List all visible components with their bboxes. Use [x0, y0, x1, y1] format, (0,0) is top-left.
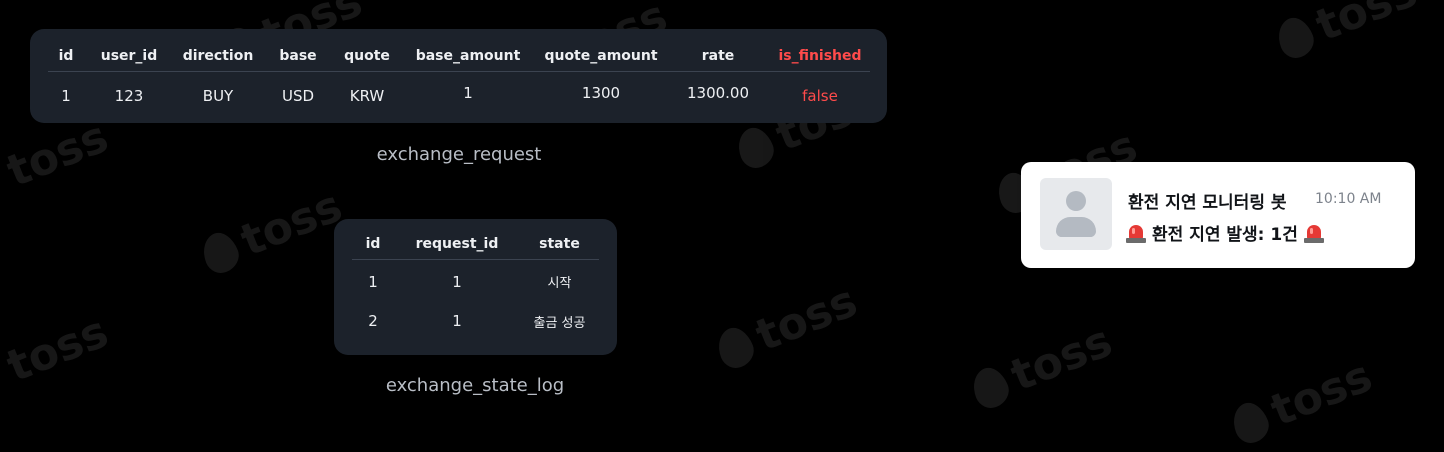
- table-cell: 시작: [547, 276, 572, 291]
- table-cell: 2: [368, 312, 378, 330]
- bot-notification-card: 환전 지연 모니터링 봇 10:10 AM 환전 지연 발생: 1건: [1021, 162, 1415, 268]
- table-header-row: id user_id direction base quote base_amo…: [48, 41, 870, 72]
- toss-logo-icon: [1227, 397, 1274, 448]
- table-cell: 1300.00: [686, 84, 750, 102]
- table-cell: 1: [61, 87, 71, 105]
- table-cell: 123: [114, 87, 144, 105]
- exchange-request-table: id user_id direction base quote base_amo…: [48, 41, 870, 120]
- toss-watermark: toss: [965, 315, 1119, 417]
- table-row: 1 1 시작: [352, 260, 599, 304]
- toss-watermark: toss: [1270, 0, 1424, 67]
- avatar: [1040, 178, 1112, 250]
- toss-logo-icon: [712, 322, 759, 373]
- exchange-state-log-caption: exchange_state_log: [385, 375, 565, 396]
- table-cell: BUY: [202, 87, 234, 105]
- table-row: 2 1 출금 성공: [352, 303, 599, 339]
- toss-watermark: toss: [710, 275, 864, 377]
- column-header: base_amount: [400, 41, 536, 72]
- table-cell: 1: [452, 312, 462, 330]
- toss-watermark: toss: [0, 111, 116, 198]
- notification-message: 환전 지연 발생: 1건: [1126, 220, 1324, 245]
- siren-icon: [1126, 223, 1146, 243]
- column-header: quote: [334, 41, 400, 72]
- table-cell: 1300: [581, 84, 621, 102]
- notification-message-text: 환전 지연 발생: 1건: [1152, 225, 1298, 245]
- table-cell: 1: [368, 272, 378, 291]
- column-header: state: [520, 229, 599, 260]
- table-cell: KRW: [349, 87, 385, 105]
- column-header: user_id: [84, 41, 174, 72]
- column-header: request_id: [394, 229, 520, 260]
- table-cell-is-finished: false: [802, 87, 838, 105]
- column-header: id: [48, 41, 84, 72]
- column-header: rate: [666, 41, 770, 72]
- exchange-request-table-card: id user_id direction base quote base_amo…: [30, 29, 887, 123]
- table-cell: 출금 성공: [533, 315, 586, 331]
- exchange-request-caption: exchange_request: [376, 144, 542, 165]
- table-cell: USD: [281, 87, 315, 105]
- toss-logo-icon: [732, 122, 779, 173]
- toss-logo-icon: [197, 227, 244, 278]
- toss-logo-icon: [1272, 12, 1319, 63]
- toss-watermark: toss: [1225, 350, 1379, 452]
- table-cell: 1: [452, 272, 462, 291]
- column-header: id: [352, 229, 394, 260]
- column-header: quote_amount: [536, 41, 666, 72]
- column-header: direction: [174, 41, 262, 72]
- column-header: base: [262, 41, 334, 72]
- toss-watermark: toss: [0, 306, 116, 393]
- avatar-body-icon: [1056, 217, 1096, 237]
- exchange-state-log-table: id request_id state 1 1 시작 2 1 출금 성공: [352, 229, 599, 339]
- message-time: 10:10 AM: [1315, 191, 1382, 207]
- bot-name: 환전 지연 모니터링 봇: [1128, 193, 1287, 213]
- table-header-row: id request_id state: [352, 229, 599, 260]
- avatar-head-icon: [1066, 191, 1086, 211]
- table-row: 1 123 BUY USD KRW 1 1300 1300.00 false: [48, 72, 870, 121]
- exchange-state-log-table-card: id request_id state 1 1 시작 2 1 출금 성공: [334, 219, 617, 355]
- toss-watermark: toss: [195, 180, 349, 282]
- table-cell: 1: [463, 84, 473, 102]
- siren-icon: [1303, 223, 1324, 243]
- column-header-is-finished: is_finished: [770, 41, 870, 72]
- toss-logo-icon: [967, 362, 1014, 413]
